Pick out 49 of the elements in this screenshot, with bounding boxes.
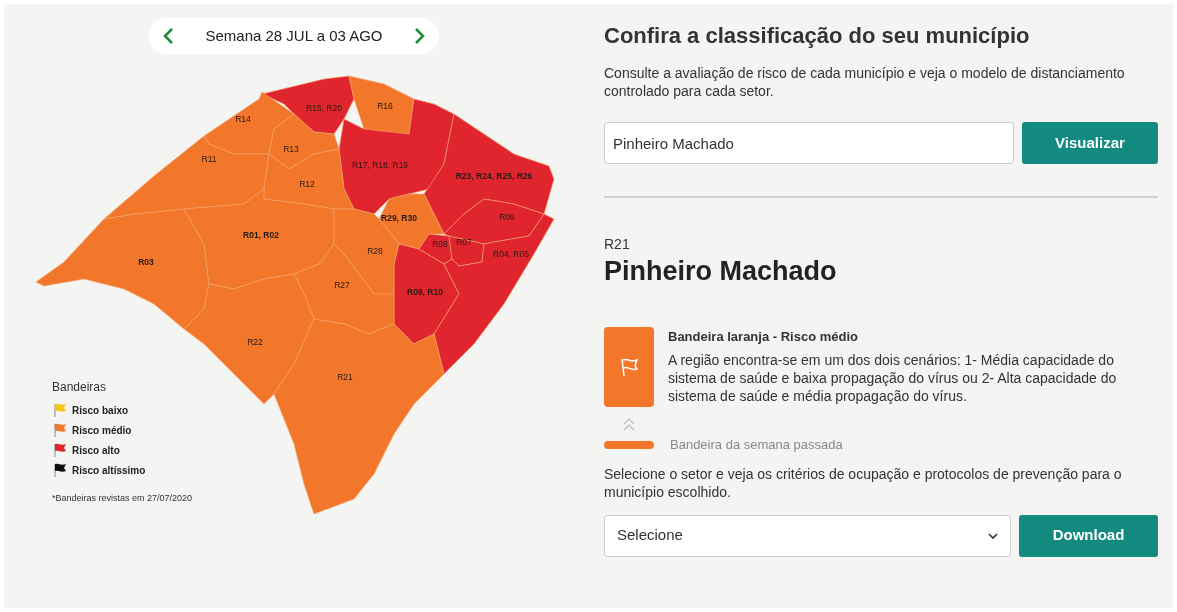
region-label: R21: [337, 372, 353, 382]
legend-label: Risco baixo: [72, 403, 129, 418]
chevrons-up-icon: [623, 417, 635, 431]
region-label: R16: [377, 101, 393, 111]
region-label: R04, R05: [493, 249, 529, 259]
legend-note: *Bandeiras revistas em 27/07/2020: [52, 492, 193, 505]
region-label: R22: [247, 337, 263, 347]
legend-title: Bandeiras: [52, 379, 108, 396]
municipality-name: Pinheiro Machado: [604, 255, 838, 287]
region-label: R06: [499, 212, 515, 222]
visualize-button[interactable]: Visualizar: [1022, 122, 1158, 164]
flag-title: Bandeira laranja - Risco médio: [668, 328, 859, 346]
region-label: R15, R20: [306, 103, 342, 113]
legend-label: Risco altíssimo: [72, 463, 146, 478]
region-area[interactable]: [103, 135, 270, 220]
region-area[interactable]: [423, 113, 555, 235]
region-label: R03: [138, 257, 154, 267]
week-label: Semana 28 JUL a 03 AGO: [205, 25, 383, 46]
region-code: R21: [604, 235, 631, 254]
region-label: R23, R24, R25, R26: [455, 171, 533, 181]
legend-label: Risco alto: [72, 443, 120, 458]
region-label: R09, R10: [407, 287, 443, 297]
sector-instructions: Selecione o setor e veja os critérios de ocupação e protocolos de prevenção para o município escolhido.: [604, 464, 1123, 501]
region-label: R08: [432, 239, 448, 249]
municipality-field[interactable]: Pinheiro Machado: [604, 122, 1014, 164]
panel-title: Confira a classificação do seu município: [604, 22, 1031, 50]
region-label: R07: [456, 237, 472, 247]
last-week-label: Bandeira da semana passada: [670, 436, 843, 454]
region-area[interactable]: [348, 75, 415, 135]
region-label: R14: [235, 114, 251, 124]
region-label: R11: [201, 154, 217, 164]
region-label: R12: [299, 179, 315, 189]
download-button[interactable]: Download: [1019, 514, 1158, 557]
region-area[interactable]: [183, 273, 315, 405]
sector-select[interactable]: Selecione: [604, 514, 1011, 557]
region-label: R27: [334, 280, 350, 290]
flag-icon: [618, 356, 640, 378]
region-label: R01, R02: [243, 230, 279, 240]
region-label: R17, R18, R19: [351, 160, 409, 170]
region-label: R13: [283, 144, 299, 154]
region-label: R29, R30: [381, 213, 417, 223]
region-area[interactable]: [273, 318, 445, 515]
chevron-down-icon: [988, 531, 998, 540]
legend-label: Risco médio: [72, 423, 132, 438]
region-area[interactable]: [35, 208, 210, 330]
region-area[interactable]: [333, 208, 400, 295]
flag-description: A região encontra-se em um dos dois cenários: 1- Média capacidade do sistema de saúde e baixa propagação do vírus ou 2- Alta capacidade do sistema de saúde e média propagação do vírus.: [668, 350, 1118, 405]
panel-description: Consulte a avaliação de risco de cada município e veja o modelo de distanciamento controlado para cada setor.: [604, 64, 1126, 100]
region-label: R28: [367, 246, 383, 256]
